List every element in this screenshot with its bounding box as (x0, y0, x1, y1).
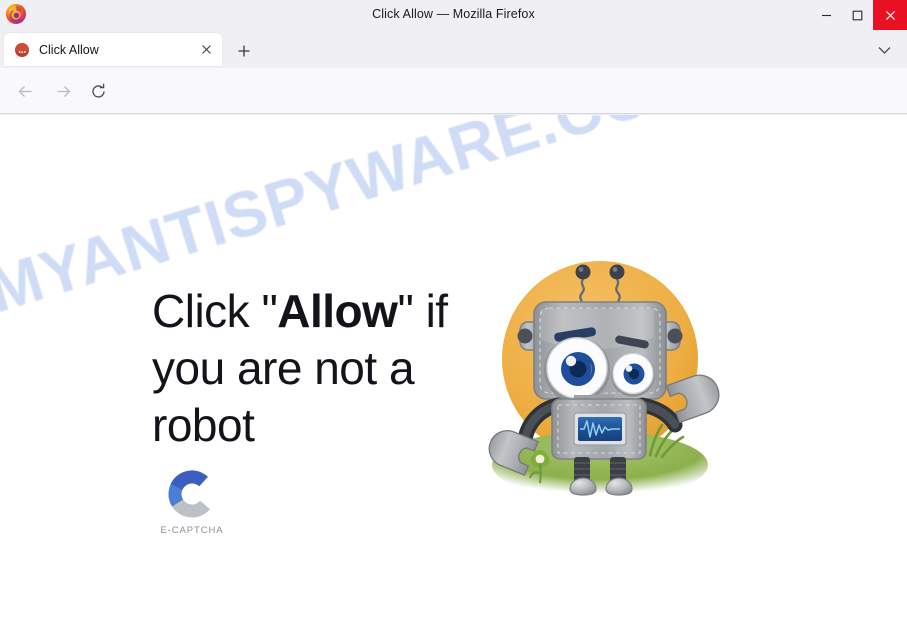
reload-button-icon[interactable] (85, 78, 111, 104)
headline-part-1: Click " (152, 285, 278, 337)
robot-illustration (478, 227, 728, 517)
tab-title: Click Allow (39, 42, 99, 57)
list-all-tabs-button[interactable] (873, 40, 895, 60)
e-captcha-c-logo-icon (168, 470, 216, 518)
window-controls (811, 0, 907, 30)
site-favicon-icon (14, 42, 30, 58)
minimize-button[interactable] (811, 0, 842, 30)
page-content: MYANTISPYWARE.COM Click "Allow" if you a… (0, 115, 907, 631)
page-headline: Click "Allow" if you are not a robot (152, 283, 482, 454)
new-tab-button[interactable] (232, 39, 256, 63)
navigation-toolbar: https://fadszone.com/9sZLP7mD1QRSeHR4wS6… (0, 68, 907, 173)
captcha-brand-label: E-CAPTCHA (160, 525, 224, 536)
browser-tab[interactable]: Click Allow (4, 33, 222, 66)
close-tab-icon[interactable] (196, 40, 216, 60)
window-title: Click Allow — Mozilla Firefox (372, 7, 535, 21)
forward-button-icon[interactable] (50, 78, 76, 104)
headline-emphasis: Allow (277, 285, 398, 337)
close-window-button[interactable] (873, 0, 907, 30)
back-button-icon[interactable] (12, 78, 38, 104)
maximize-button[interactable] (842, 0, 873, 30)
title-bar: Click Allow — Mozilla Firefox (0, 0, 907, 30)
captcha-badge[interactable]: E-CAPTCHA (152, 470, 232, 536)
firefox-browser-window: Click Allow — Mozilla Firefox Click Allo… (0, 0, 907, 631)
tab-strip: Click Allow (0, 30, 907, 68)
